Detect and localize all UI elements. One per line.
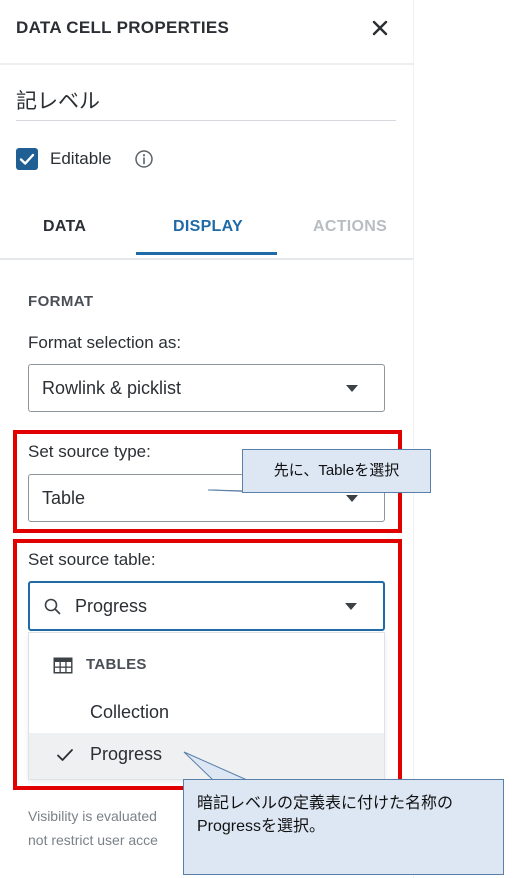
cell-name-field[interactable]: 記レベル [16,82,396,121]
callout-select-table: 先に、Tableを選択 [242,449,431,493]
tab-actions: ACTIONS [313,218,388,235]
chevron-down-icon [346,385,358,392]
highlight-box-source-table [13,539,402,790]
header-divider [0,63,413,65]
panel-title: DATA CELL PROPERTIES [16,18,230,37]
close-icon[interactable] [368,16,392,40]
tab-bar: DATA DISPLAY ACTIONS [0,198,413,258]
format-selection-label: Format selection as: [28,333,182,352]
tab-data[interactable]: DATA [43,218,86,236]
format-section-title: FORMAT [28,293,94,310]
tab-display[interactable]: DISPLAY [173,218,243,236]
format-selection-value: Rowlink & picklist [42,378,182,398]
editable-checkbox[interactable] [16,148,38,170]
tabs-divider [0,258,413,260]
callout-select-progress: 暗記レベルの定義表に付けた名称の Progressを選択。 [183,779,504,875]
active-tab-indicator [136,252,277,255]
cell-name-value: 記レベル [16,90,100,113]
checkmark-icon [19,153,35,165]
editable-label: Editable [50,149,112,168]
info-icon[interactable] [134,149,154,169]
format-selection-dropdown[interactable]: Rowlink & picklist [28,364,385,412]
panel-edge [413,0,414,878]
